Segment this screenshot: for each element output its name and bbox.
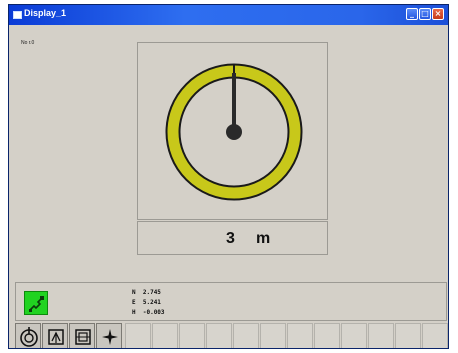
gauge-dial bbox=[165, 63, 303, 201]
station-setup-button[interactable] bbox=[42, 323, 68, 348]
toolbar-empty-slot[interactable] bbox=[125, 323, 151, 348]
gauge-hub bbox=[226, 124, 242, 140]
coord-h-axis: H bbox=[132, 309, 136, 316]
satellite-icon[interactable] bbox=[24, 291, 48, 315]
target-button[interactable] bbox=[15, 323, 41, 348]
window-title: Display_1 bbox=[24, 8, 67, 18]
coord-e-value: 5.241 bbox=[142, 299, 161, 306]
status-panel: N 2.745 E 5.241 H -0.003 bbox=[15, 282, 447, 321]
toolbar-empty-slot[interactable] bbox=[260, 323, 286, 348]
coord-h-value: -0.003 bbox=[142, 309, 165, 316]
toolbar-empty-slot[interactable] bbox=[341, 323, 367, 348]
main-content: No r.0 3 m N 2.745 E 5.241 H -0.003 bbox=[9, 25, 448, 348]
coord-n-value: 2.745 bbox=[142, 289, 161, 296]
station-setup-icon bbox=[48, 329, 64, 345]
gauge-panel bbox=[137, 42, 328, 220]
window-icon bbox=[13, 11, 22, 19]
title-bar[interactable]: Display_1 _ □ × bbox=[9, 5, 448, 25]
coord-n-axis: N bbox=[132, 289, 136, 296]
coord-h: H -0.003 bbox=[132, 309, 165, 316]
toolbar-empty-slot[interactable] bbox=[422, 323, 448, 348]
coord-n: N 2.745 bbox=[132, 289, 161, 296]
toolbar-empty-slot[interactable] bbox=[233, 323, 259, 348]
corner-label: No r.0 bbox=[21, 40, 35, 46]
close-button[interactable]: × bbox=[432, 8, 444, 20]
coord-e: E 5.241 bbox=[132, 299, 161, 306]
toolbar-empty-slot[interactable] bbox=[287, 323, 313, 348]
toolbar-empty-slot[interactable] bbox=[314, 323, 340, 348]
measure-icon bbox=[75, 329, 91, 345]
coord-e-axis: E bbox=[132, 299, 136, 306]
maximize-button[interactable]: □ bbox=[419, 8, 431, 20]
measure-button[interactable] bbox=[69, 323, 95, 348]
display-window: Display_1 _ □ × No r.0 3 m N 2.745 E 5.2… bbox=[8, 4, 449, 349]
minimize-button[interactable]: _ bbox=[406, 8, 418, 20]
distance-readout: 3 m bbox=[137, 221, 328, 255]
star-icon bbox=[102, 329, 118, 345]
toolbar-empty-slot[interactable] bbox=[395, 323, 421, 348]
toolbar bbox=[15, 323, 448, 348]
toolbar-empty-slot[interactable] bbox=[179, 323, 205, 348]
toolbar-empty-slot[interactable] bbox=[206, 323, 232, 348]
toolbar-empty-slot[interactable] bbox=[152, 323, 178, 348]
distance-value: 3 bbox=[226, 230, 235, 247]
distance-unit: m bbox=[256, 230, 271, 247]
target-icon bbox=[20, 327, 38, 347]
star-button[interactable] bbox=[96, 323, 122, 348]
toolbar-empty-slot[interactable] bbox=[368, 323, 394, 348]
